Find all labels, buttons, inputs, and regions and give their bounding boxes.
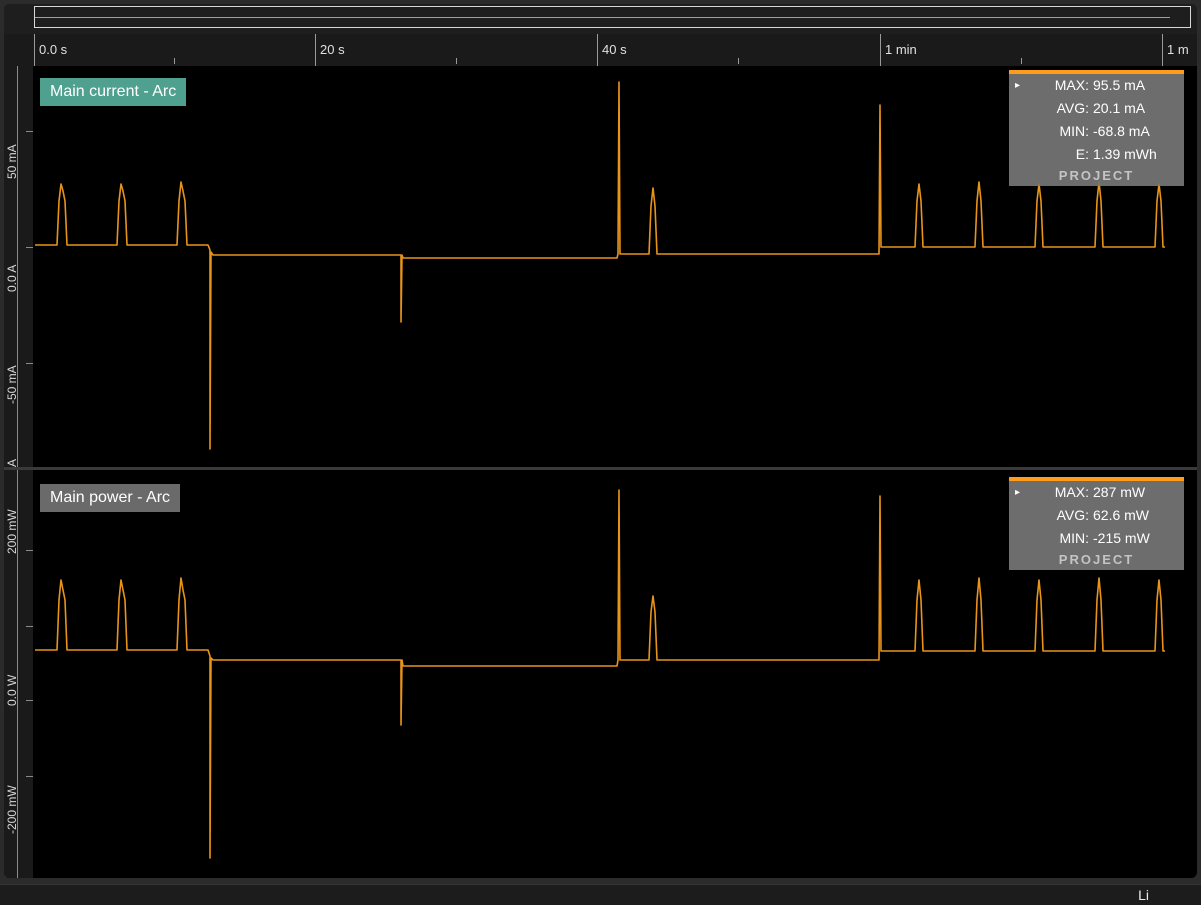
power-stats-panel[interactable]: ▸ MAX: 287 mW AVG: 62.6 mW MIN: -215 mW …: [1009, 477, 1184, 570]
y-label: A: [5, 458, 19, 467]
stat-value: 62.6 mW: [1093, 507, 1150, 523]
stat-key: MAX:: [1054, 484, 1089, 500]
project-button[interactable]: PROJECT: [1009, 166, 1184, 186]
time-minor-tick: [738, 58, 739, 64]
stat-key: MIN:: [1059, 530, 1089, 546]
time-label: 0.0 s: [39, 42, 68, 57]
y-label: -50 mA: [5, 365, 19, 404]
time-minor-tick: [456, 58, 457, 64]
time-major-tick: [597, 34, 598, 66]
y-tick: [26, 700, 33, 701]
stat-row: MIN: -215 mW: [1009, 527, 1184, 550]
stat-row: AVG: 62.6 mW: [1009, 504, 1184, 527]
power-pane[interactable]: 200 mW 0.0 W -200 mW Main power - Arc ▸ …: [4, 470, 1197, 878]
y-label: 0.0 W: [5, 674, 19, 706]
stat-value: 1.39 mWh: [1093, 146, 1157, 162]
stat-row: AVG: 20.1 mA: [1009, 97, 1184, 120]
time-minor-tick: [1021, 58, 1022, 64]
power-trace: [35, 489, 1165, 859]
collapse-arrow-icon[interactable]: ▸: [1015, 74, 1020, 97]
y-label: 50 mA: [5, 144, 19, 179]
stat-key: E:: [1075, 146, 1089, 162]
stat-key: MAX:: [1054, 77, 1089, 93]
y-label: 200 mW: [5, 509, 19, 554]
stat-value: -68.8 mA: [1093, 123, 1150, 139]
time-major-tick: [880, 34, 881, 66]
time-label: 20 s: [320, 42, 345, 57]
status-text: Li: [1138, 887, 1149, 903]
current-y-axis[interactable]: 50 mA 0.0 A -50 mA A: [4, 66, 33, 467]
current-pane[interactable]: 50 mA 0.0 A -50 mA A Main current - Arc …: [4, 66, 1197, 467]
time-major-tick: [1162, 34, 1163, 66]
current-trace: [35, 81, 1165, 450]
y-tick: [26, 131, 33, 132]
power-y-axis[interactable]: 200 mW 0.0 W -200 mW: [4, 470, 33, 878]
time-label: 40 s: [602, 42, 627, 57]
stat-row: ▸ MAX: 95.5 mA: [1009, 74, 1184, 97]
oscilloscope-frame: 0.0 s 20 s 40 s 1 min 1 m 50 mA 0.0 A -5…: [4, 4, 1197, 878]
time-major-tick: [34, 34, 35, 66]
stat-value: 95.5 mA: [1093, 77, 1146, 93]
time-major-tick: [315, 34, 316, 66]
stat-row: ▸ MAX: 287 mW: [1009, 481, 1184, 504]
current-stats-panel[interactable]: ▸ MAX: 95.5 mA AVG: 20.1 mA MIN: -68.8 m…: [1009, 70, 1184, 186]
current-pane-title[interactable]: Main current - Arc: [40, 78, 187, 106]
stat-key: AVG:: [1056, 100, 1089, 116]
y-tick: [26, 776, 33, 777]
stat-row: MIN: -68.8 mA: [1009, 120, 1184, 143]
collapse-arrow-icon[interactable]: ▸: [1015, 481, 1020, 504]
status-bar: Li: [0, 884, 1201, 905]
overview-trace: [35, 17, 1170, 18]
y-tick: [26, 363, 33, 364]
app-window: 0.0 s 20 s 40 s 1 min 1 m 50 mA 0.0 A -5…: [0, 0, 1201, 905]
time-minor-tick: [174, 58, 175, 64]
stat-row: E: 1.39 mWh: [1009, 143, 1184, 166]
stat-value: 287 mW: [1093, 484, 1146, 500]
y-label: 0.0 A: [5, 264, 19, 292]
y-tick: [26, 550, 33, 551]
stat-key: MIN:: [1059, 123, 1089, 139]
y-label: -200 mW: [5, 785, 19, 834]
stat-value: -215 mW: [1093, 530, 1150, 546]
power-pane-title[interactable]: Main power - Arc: [40, 484, 181, 512]
time-axis[interactable]: 0.0 s 20 s 40 s 1 min 1 m: [4, 34, 1197, 67]
stat-value: 20.1 mA: [1093, 100, 1146, 116]
stat-key: AVG:: [1056, 507, 1089, 523]
overview-viewport-handle[interactable]: [34, 6, 1191, 28]
project-button[interactable]: PROJECT: [1009, 550, 1184, 570]
time-label: 1 m: [1167, 42, 1189, 57]
y-tick: [26, 247, 33, 248]
time-label: 1 min: [885, 42, 917, 57]
y-tick: [26, 626, 33, 627]
timeline-overview[interactable]: [4, 4, 1197, 34]
